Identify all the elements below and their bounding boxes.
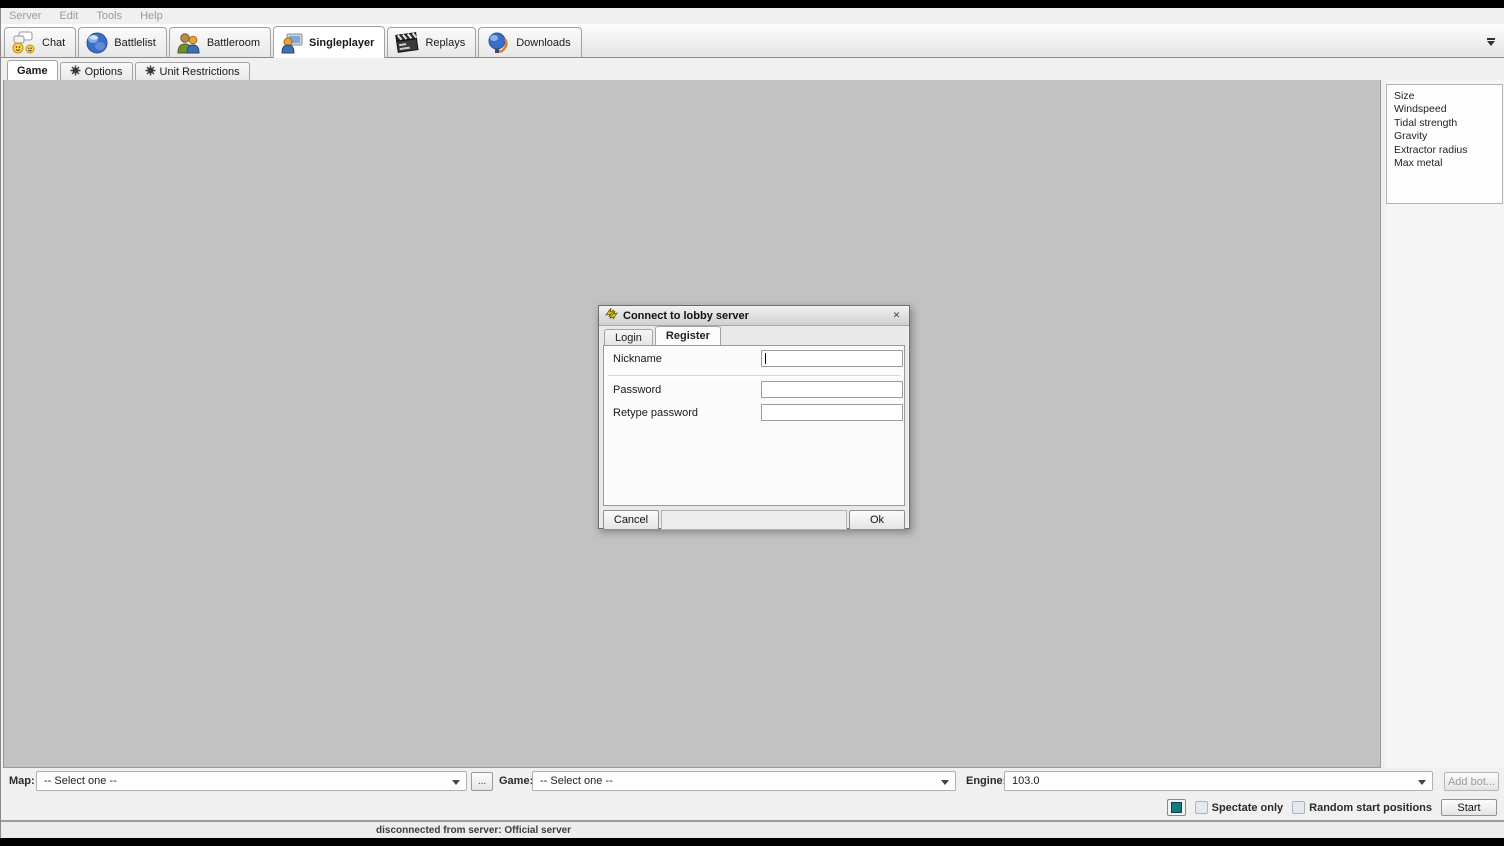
ok-button[interactable]: Ok — [849, 510, 905, 530]
tab-singleplayer-label: Singleplayer — [309, 37, 374, 49]
chat-smileys-icon — [11, 31, 37, 55]
text-cursor — [765, 353, 766, 364]
tab-chat[interactable]: Chat — [4, 27, 76, 57]
dialog-button-spacer — [661, 510, 847, 530]
engine-label: Engine: — [966, 775, 1006, 787]
game-select[interactable]: -- Select one -- — [532, 771, 956, 791]
tab-battleroom[interactable]: Battleroom — [169, 27, 271, 57]
map-options-column: Size Windspeed Tidal strength Gravity Ex… — [1385, 80, 1504, 768]
tab-replays[interactable]: Replays — [387, 27, 476, 57]
main-toolbar: Chat Battlelist — [1, 24, 1504, 58]
player-color-button[interactable] — [1167, 799, 1186, 816]
start-options-bar: Spectate only Random start positions Sta… — [1, 795, 1504, 820]
map-option-extractor: Extractor radius — [1394, 144, 1502, 157]
tab-battlelist-label: Battlelist — [114, 37, 156, 49]
connect-dialog-titlebar[interactable]: Connect to lobby server ✕ — [599, 306, 909, 326]
spectate-only-label: Spectate only — [1212, 802, 1284, 814]
menu-server[interactable]: Server — [9, 10, 41, 22]
close-icon[interactable]: ✕ — [890, 310, 903, 322]
engine-select-value: 103.0 — [1012, 775, 1040, 787]
menu-help[interactable]: Help — [140, 10, 163, 22]
connect-dialog-title: Connect to lobby server — [623, 310, 885, 322]
tab-chat-label: Chat — [42, 37, 65, 49]
subtab-game-label: Game — [17, 65, 48, 77]
status-bar: disconnected from server: Official serve… — [1, 820, 1504, 838]
menu-bar: Server Edit Tools Help — [1, 8, 1504, 24]
password-label: Password — [613, 384, 661, 396]
map-browse-button[interactable]: ... — [471, 772, 493, 791]
menu-edit[interactable]: Edit — [59, 10, 78, 22]
engine-select[interactable]: 103.0 — [1004, 771, 1433, 791]
password-field[interactable] — [761, 381, 903, 398]
tab-battleroom-label: Battleroom — [207, 37, 260, 49]
globe-download-icon — [485, 31, 511, 55]
game-label: Game: — [499, 775, 533, 787]
map-options-panel: Size Windspeed Tidal strength Gravity Ex… — [1386, 84, 1503, 204]
start-button[interactable]: Start — [1441, 799, 1497, 816]
game-select-value: -- Select one -- — [540, 775, 613, 787]
random-start-checkbox-row[interactable]: Random start positions — [1292, 801, 1432, 814]
field-separator — [608, 375, 900, 377]
retype-password-field[interactable] — [761, 404, 903, 421]
tab-downloads[interactable]: Downloads — [478, 27, 581, 57]
tab-register[interactable]: Register — [655, 326, 721, 345]
map-label: Map: — [9, 775, 35, 787]
clapperboard-icon — [394, 31, 420, 55]
spectate-only-checkbox-row[interactable]: Spectate only — [1195, 801, 1284, 814]
battle-setup-bar: Map: -- Select one -- ... Game: -- Selec… — [1, 768, 1504, 795]
tab-downloads-label: Downloads — [516, 37, 570, 49]
random-start-checkbox[interactable] — [1292, 801, 1305, 814]
nickname-field[interactable] — [761, 350, 903, 367]
map-option-windspeed: Windspeed — [1394, 103, 1502, 116]
retype-password-label: Retype password — [613, 407, 698, 419]
singleplayer-subtabs: Game Options Unit Restrictions — [1, 58, 1504, 80]
subtab-options[interactable]: Options — [60, 62, 133, 80]
random-start-label: Random start positions — [1309, 802, 1432, 814]
tab-singleplayer[interactable]: Singleplayer — [273, 26, 385, 58]
lightning-icon — [605, 307, 618, 325]
connect-dialog-buttons: Cancel Ok — [603, 510, 905, 530]
tab-login[interactable]: Login — [604, 329, 653, 345]
globe-icon — [85, 31, 109, 55]
gear-icon — [70, 65, 81, 79]
connect-dialog: Connect to lobby server ✕ Login Register… — [598, 305, 910, 529]
player-color-swatch — [1171, 802, 1182, 813]
map-option-maxmetal: Max metal — [1394, 157, 1502, 170]
menu-tools[interactable]: Tools — [96, 10, 122, 22]
map-select[interactable]: -- Select one -- — [36, 771, 467, 791]
tab-battlelist[interactable]: Battlelist — [78, 27, 167, 57]
connect-dialog-tabs: Login Register — [599, 326, 909, 345]
two-users-icon — [176, 31, 202, 55]
subtab-options-label: Options — [85, 66, 123, 78]
person-computer-icon — [280, 31, 304, 55]
add-bot-button[interactable]: Add bot... — [1444, 772, 1499, 791]
gear-icon — [145, 65, 156, 79]
register-form: Nickname Password Retype password — [603, 345, 905, 506]
map-option-gravity: Gravity — [1394, 130, 1502, 143]
nickname-label: Nickname — [613, 353, 662, 365]
server-status-text: disconnected from server: Official serve… — [376, 825, 571, 836]
spectate-only-checkbox[interactable] — [1195, 801, 1208, 814]
subtab-game[interactable]: Game — [7, 60, 58, 80]
subtab-unit-restrictions[interactable]: Unit Restrictions — [135, 62, 250, 80]
map-option-tidal: Tidal strength — [1394, 117, 1502, 130]
cancel-button[interactable]: Cancel — [603, 510, 659, 530]
tab-replays-label: Replays — [425, 37, 465, 49]
map-option-size: Size — [1394, 90, 1502, 103]
subtab-unit-restrictions-label: Unit Restrictions — [160, 66, 240, 78]
map-select-value: -- Select one -- — [44, 775, 117, 787]
toolbar-overflow-chevron-down-icon[interactable] — [1484, 37, 1498, 49]
